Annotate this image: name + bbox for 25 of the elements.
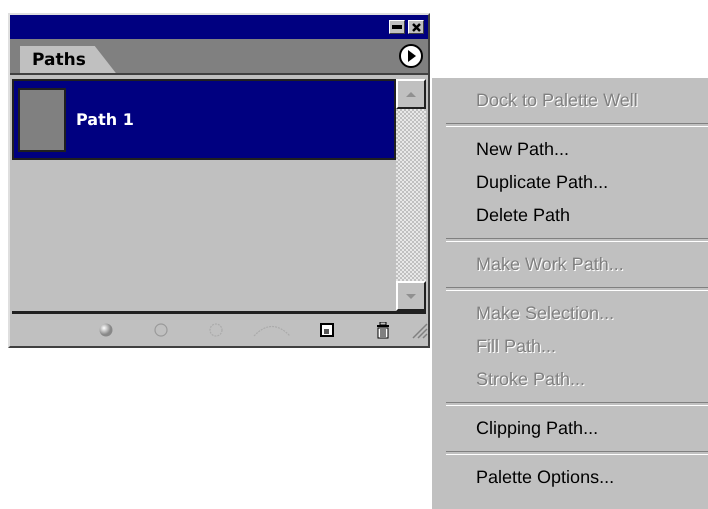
- play-icon: [398, 43, 424, 69]
- up-arrow-icon: [406, 92, 416, 96]
- menu-item[interactable]: New Path...: [432, 133, 708, 166]
- close-icon: [412, 22, 420, 32]
- scroll-up-button[interactable]: [396, 79, 426, 109]
- palette-tab[interactable]: Paths: [20, 46, 116, 73]
- menu-item[interactable]: Delete Path: [432, 199, 708, 232]
- minimize-icon: [392, 25, 402, 29]
- down-arrow-icon: [406, 294, 416, 298]
- palette-menu-button[interactable]: [398, 43, 424, 69]
- resize-grip-icon[interactable]: [410, 321, 428, 339]
- new-page-icon: [320, 323, 334, 337]
- scrollbar[interactable]: [396, 79, 426, 311]
- close-button[interactable]: [408, 20, 424, 34]
- minimize-button[interactable]: [389, 20, 405, 34]
- trash-icon: [376, 322, 390, 338]
- menu-item[interactable]: Clipping Path...: [432, 412, 708, 445]
- filled-circle-icon: [98, 323, 113, 337]
- path-thumbnail: [18, 88, 66, 152]
- menu-item[interactable]: Duplicate Path...: [432, 166, 708, 199]
- circle-outline-icon: [154, 323, 168, 337]
- menu-item[interactable]: Palette Options...: [432, 461, 708, 494]
- path-row[interactable]: Path 1: [12, 79, 396, 160]
- path-name: Path 1: [76, 110, 134, 129]
- scroll-down-button[interactable]: [396, 281, 426, 311]
